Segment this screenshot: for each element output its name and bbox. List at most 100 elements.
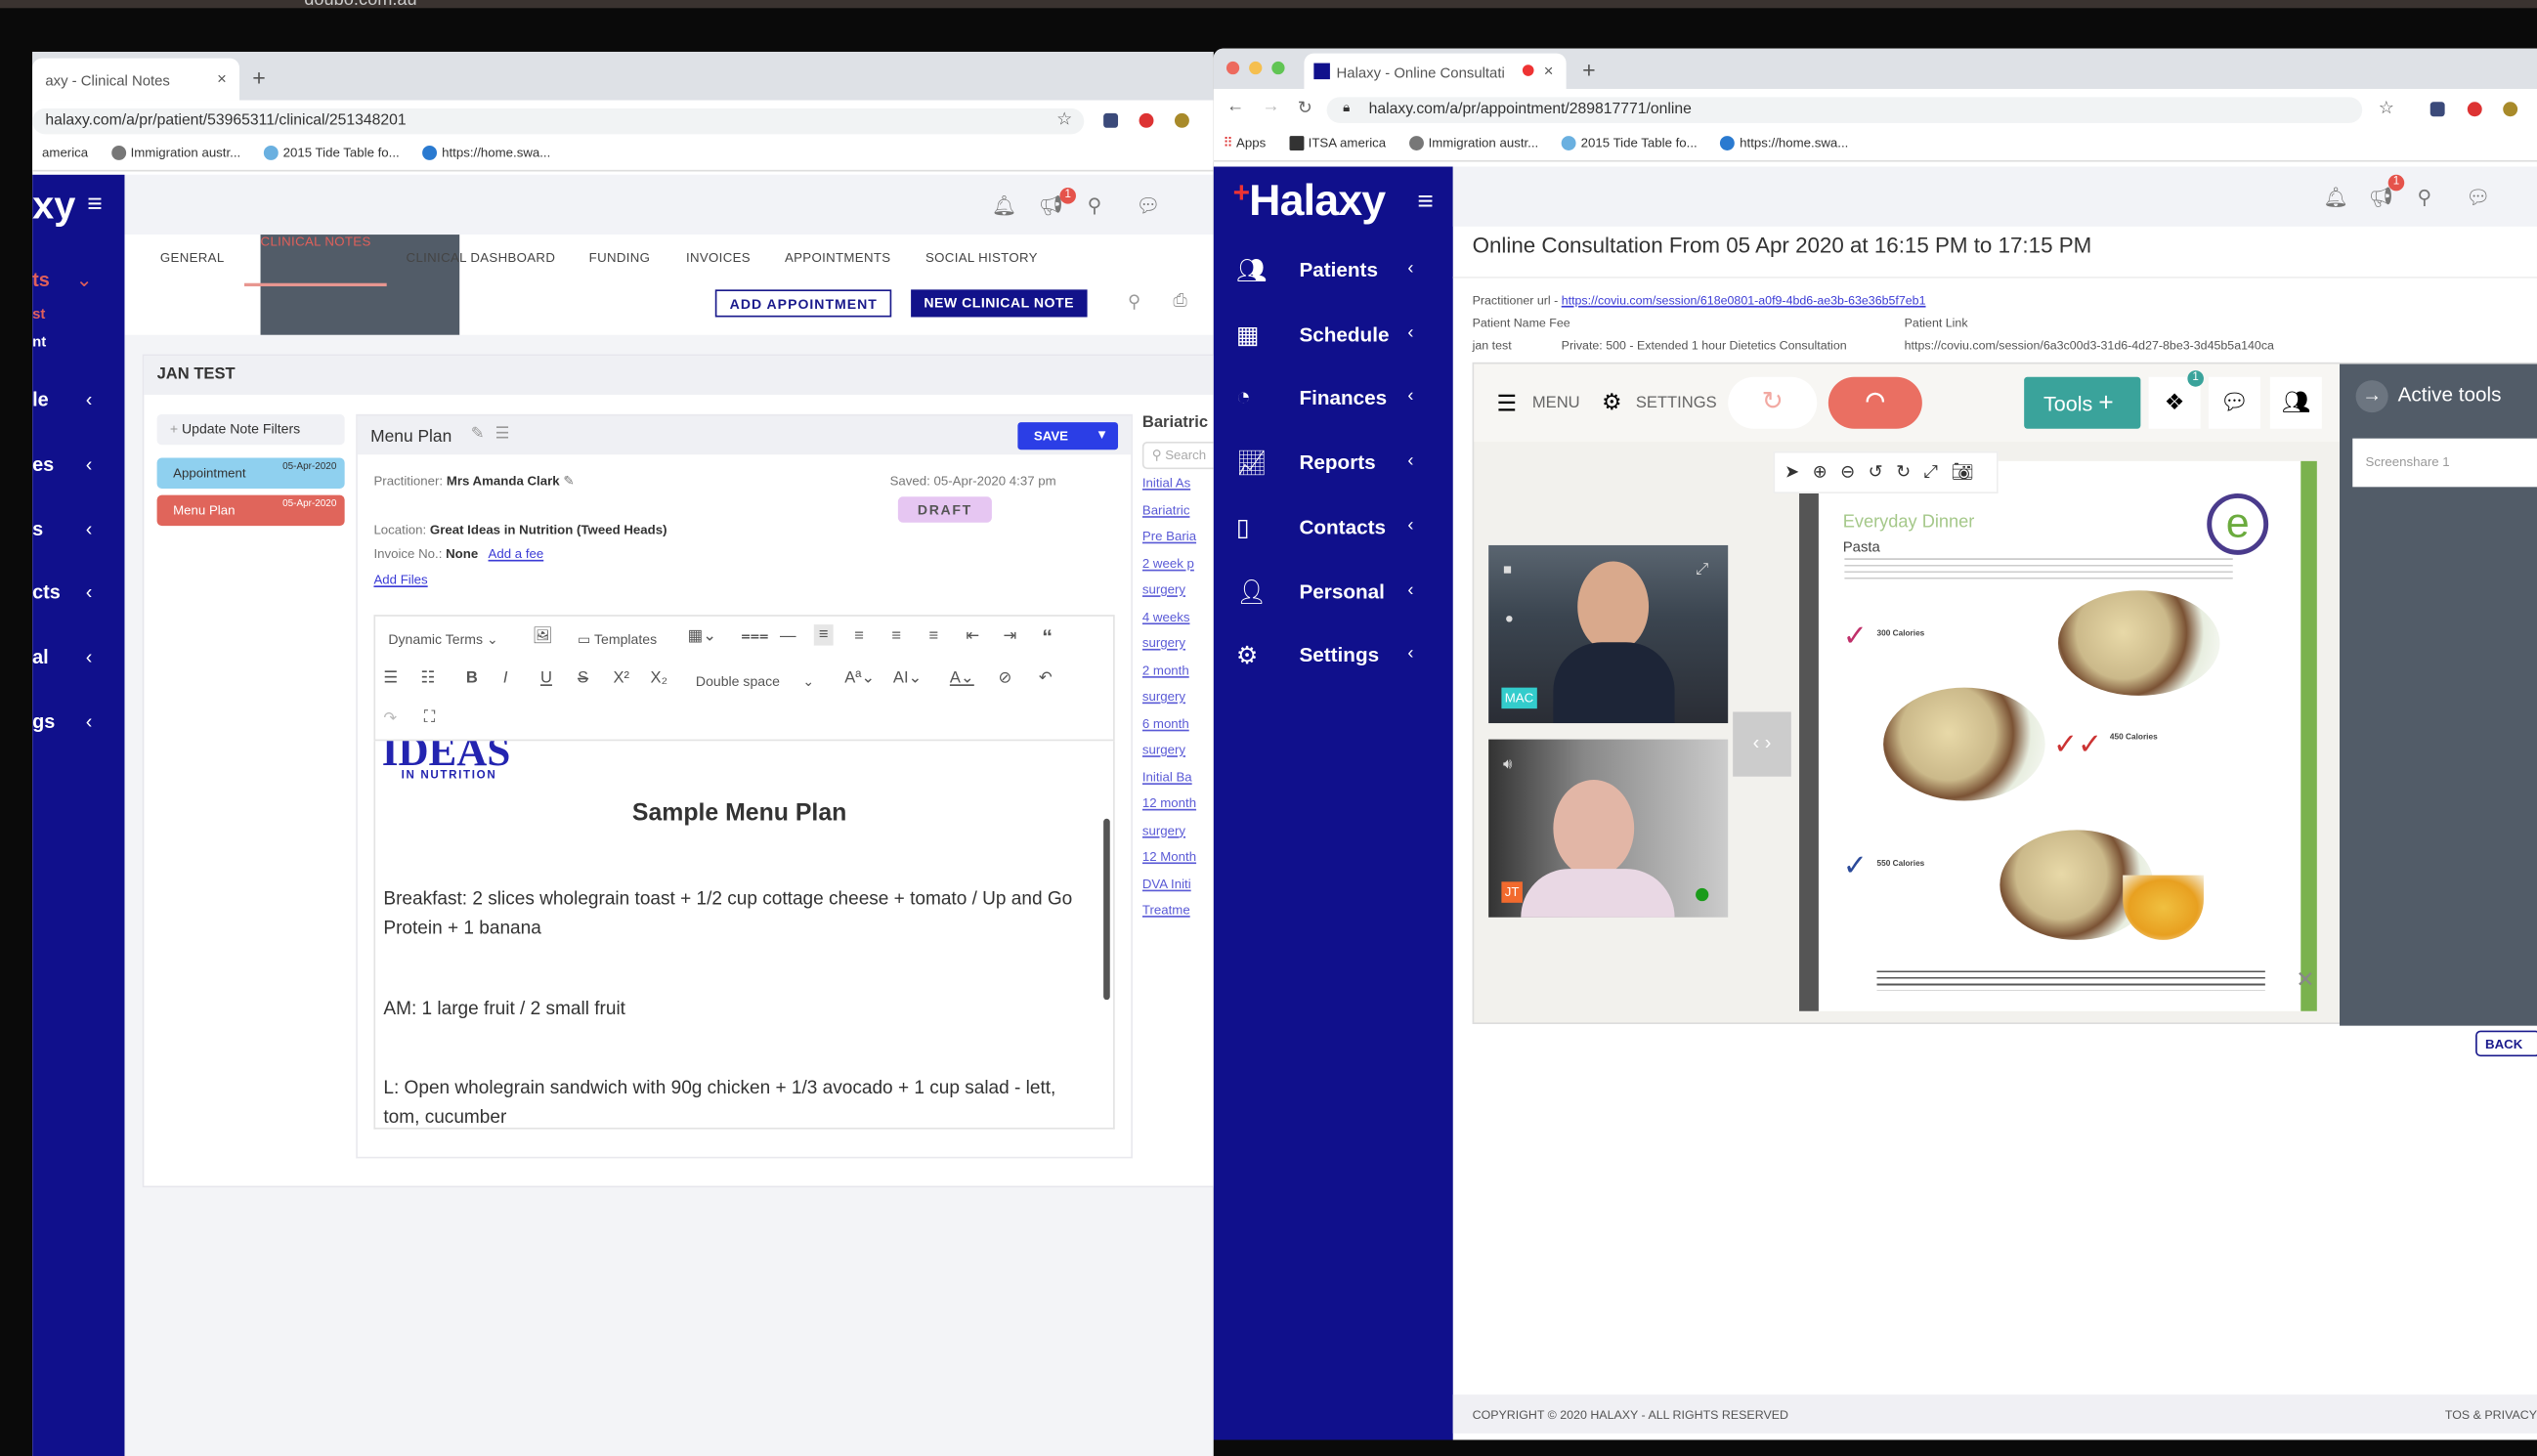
participants-icon[interactable]: 👥︎: [2269, 376, 2322, 429]
bell-icon[interactable]: 🔔︎: [2323, 186, 2347, 208]
align-center-icon[interactable]: ≡: [854, 627, 864, 645]
address-bar[interactable]: 🔒︎ halaxy.com/a/pr/appointment/289817771/…: [1326, 97, 2363, 123]
browser-tab-online-consultation[interactable]: Halaxy - Online Consultati ×: [1304, 53, 1567, 90]
redo-icon[interactable]: ↷: [383, 710, 397, 728]
outdent-icon[interactable]: ⇤: [966, 627, 979, 645]
pointer-icon[interactable]: ➤: [1784, 463, 1813, 483]
arrow-right-icon[interactable]: →: [2355, 380, 2388, 413]
chat-icon[interactable]: 💬︎: [2208, 376, 2260, 429]
indent-icon[interactable]: ⇥: [1003, 627, 1016, 645]
tab-funding[interactable]: FUNDING: [589, 251, 651, 266]
nav-item-patients[interactable]: 👥︎ Patients ‹: [1214, 247, 1453, 296]
template-link[interactable]: surgery: [1142, 636, 1214, 663]
carousel-arrows[interactable]: ‹ ›: [1733, 711, 1791, 777]
new-tab-icon[interactable]: +: [1582, 57, 1596, 82]
bookmark[interactable]: https://home.swa...: [422, 146, 550, 161]
bookmark[interactable]: https://home.swa...: [1720, 136, 1848, 151]
underline-icon[interactable]: U: [540, 669, 552, 687]
template-link[interactable]: 4 weeks: [1142, 609, 1214, 635]
hang-up-button[interactable]: ◠: [1828, 376, 1922, 429]
tools-button[interactable]: Tools +: [2024, 376, 2141, 429]
sidebar-item[interactable]: le ‹: [32, 388, 124, 410]
update-note-filters-button[interactable]: + Update Note Filters: [156, 413, 345, 446]
pencil-icon[interactable]: ✎: [471, 425, 485, 443]
add-fee-link[interactable]: Add a fee: [489, 547, 544, 562]
bookmark[interactable]: ITSA america: [1288, 136, 1386, 151]
superscript-icon[interactable]: X²: [613, 669, 629, 687]
save-button[interactable]: SAVE ▾: [1017, 422, 1119, 450]
nav-item-schedule[interactable]: ▦ Schedule ‹: [1214, 312, 1453, 361]
refresh-call-button[interactable]: ↻: [1728, 376, 1818, 429]
align-right-icon[interactable]: ≡: [891, 627, 901, 645]
sidebar-subitem[interactable]: st: [32, 306, 124, 322]
template-link[interactable]: Initial As: [1142, 476, 1214, 502]
star-icon[interactable]: ☆: [1056, 108, 1072, 130]
browser-tab-clinical-notes[interactable]: axy - Clinical Notes ×: [32, 58, 240, 101]
font-size-icon[interactable]: Aª⌄: [844, 669, 875, 687]
camera-icon[interactable]: 📷︎: [1952, 463, 1987, 483]
strikethrough-icon[interactable]: S: [578, 669, 588, 687]
close-tab-icon[interactable]: ×: [217, 71, 227, 89]
extension-icon[interactable]: [1139, 112, 1154, 128]
justify-icon[interactable]: ≡: [928, 627, 938, 645]
sidebar-subitem[interactable]: nt: [32, 333, 124, 350]
template-link[interactable]: surgery: [1142, 743, 1214, 769]
rotate-right-icon[interactable]: ↻: [1896, 463, 1924, 483]
sidebar-item[interactable]: al ‹: [32, 646, 124, 668]
sidebar-item[interactable]: es ‹: [32, 453, 124, 476]
sidebar-item[interactable]: ts ⌄: [32, 269, 124, 291]
star-icon[interactable]: ☆: [2379, 97, 2394, 118]
expand-icon[interactable]: ⤢: [1696, 561, 1708, 578]
extension-icon[interactable]: [2467, 102, 2482, 117]
sidebar-item[interactable]: gs ‹: [32, 710, 124, 733]
gear-icon[interactable]: ⚙: [1602, 388, 1622, 415]
template-search-input[interactable]: ⚲ Search: [1141, 441, 1214, 470]
video-tile-practitioner[interactable]: ■ ● ⤢ MAC: [1488, 544, 1729, 724]
template-link[interactable]: 6 month: [1142, 716, 1214, 743]
add-files-link[interactable]: Add Files: [373, 573, 427, 587]
chat-icon[interactable]: 💬︎: [2466, 186, 2490, 208]
page-break-icon[interactable]: ⩶: [741, 627, 768, 645]
camera-icon[interactable]: ■: [1503, 561, 1512, 578]
bookmark[interactable]: Immigration austr...: [1408, 136, 1538, 151]
settings-button[interactable]: SETTINGS: [1636, 395, 1717, 412]
close-window-button[interactable]: [1226, 61, 1240, 75]
rotate-left-icon[interactable]: ↺: [1869, 463, 1897, 483]
print-icon[interactable]: ⎙: [1173, 291, 1187, 313]
new-tab-icon[interactable]: +: [252, 64, 266, 90]
tab-social-history[interactable]: SOCIAL HISTORY: [925, 251, 1038, 266]
back-button[interactable]: BACK: [2475, 1030, 2537, 1057]
template-link[interactable]: 2 month: [1142, 663, 1214, 689]
video-tile-patient[interactable]: 🔊︎ JT: [1488, 739, 1729, 918]
tab-general[interactable]: GENERAL: [160, 251, 225, 266]
template-link[interactable]: surgery: [1142, 582, 1214, 609]
extension-icon[interactable]: [1103, 112, 1119, 128]
note-item-menu-plan[interactable]: Menu Plan 05-Apr-2020: [156, 494, 345, 527]
nav-item-finances[interactable]: ◔ Finances ‹: [1214, 376, 1453, 425]
template-link[interactable]: Initial Ba: [1142, 769, 1214, 795]
horizontal-rule-icon[interactable]: —: [780, 627, 796, 645]
font-family-icon[interactable]: AI⌄: [893, 669, 923, 687]
template-link[interactable]: DVA Initi: [1142, 877, 1214, 903]
bell-icon[interactable]: 🔔︎: [992, 194, 1016, 217]
bookmark[interactable]: america: [42, 146, 88, 160]
extension-icon[interactable]: [2503, 102, 2518, 117]
dropdown-caret-icon[interactable]: ▾: [1098, 427, 1105, 442]
template-link[interactable]: surgery: [1142, 689, 1214, 715]
megaphone-icon[interactable]: 📢︎: [2369, 186, 2393, 208]
back-icon[interactable]: ←: [1226, 97, 1244, 116]
tos-privacy-link[interactable]: TOS & PRIVACY: [2445, 1407, 2537, 1422]
close-icon[interactable]: ✕: [2296, 965, 2314, 993]
subscript-icon[interactable]: X₂: [651, 669, 667, 687]
template-link[interactable]: 12 month: [1142, 796, 1214, 823]
template-link[interactable]: 2 week p: [1142, 556, 1214, 582]
link-icon[interactable]: ⊘: [999, 669, 1012, 687]
patient-link[interactable]: https://coviu.com/session/6a3c00d3-31d6-…: [1905, 338, 2274, 353]
dynamic-terms-dropdown[interactable]: Dynamic Terms ⌄: [388, 631, 497, 649]
nav-item-settings[interactable]: ⚙ Settings ‹: [1214, 633, 1453, 682]
template-link[interactable]: 12 Month: [1142, 849, 1214, 876]
menu-hamburger-icon[interactable]: ☰: [1496, 390, 1517, 417]
bookmark[interactable]: 2015 Tide Table fo...: [263, 146, 400, 161]
extension-icon[interactable]: [2430, 102, 2445, 117]
fullscreen-icon[interactable]: ⤢: [1924, 463, 1952, 483]
